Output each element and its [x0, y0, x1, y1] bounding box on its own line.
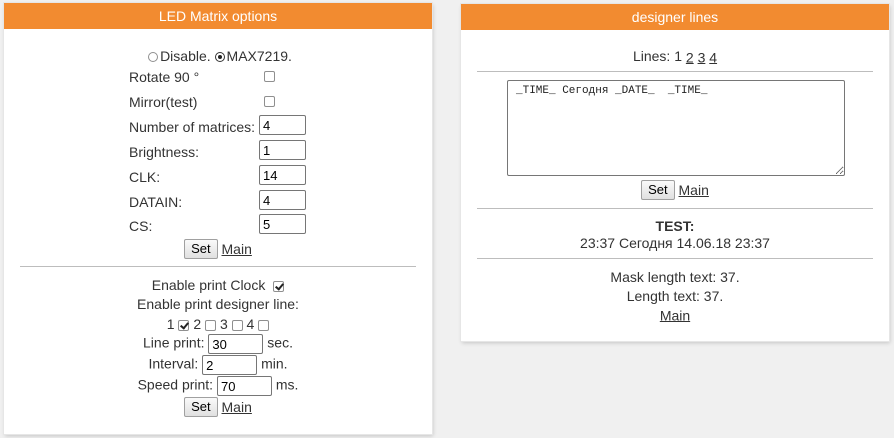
mirror-checkbox[interactable]	[264, 96, 275, 107]
divider	[477, 208, 873, 209]
led-set-row-2: Set Main	[4, 397, 432, 417]
line-link-3[interactable]: 3	[698, 49, 706, 65]
line-3-checkbox[interactable]	[231, 319, 243, 331]
matrices-label: Number of matrices:	[129, 119, 256, 135]
panel-title: designer lines	[461, 4, 889, 30]
clk-label: CLK:	[129, 169, 161, 185]
clock-label: Enable print Clock	[151, 277, 266, 293]
designer-set-row: Set Main	[461, 180, 889, 200]
max7219-radio[interactable]	[214, 52, 225, 63]
line-2-label: 2	[193, 316, 202, 332]
clock-checkbox[interactable]	[273, 280, 285, 292]
main-link-2[interactable]: Main	[660, 307, 690, 323]
main-link[interactable]: Main	[222, 241, 252, 257]
cs-input[interactable]	[259, 214, 306, 234]
rotate-checkbox[interactable]	[264, 71, 275, 82]
disable-label: Disable.	[160, 48, 211, 64]
line-print-unit: sec.	[267, 334, 293, 351]
clock-row: Enable print Clock	[4, 277, 432, 293]
max7219-label: MAX7219.	[226, 48, 292, 64]
designer-lines-panel: designer lines Lines: 1 2 3 4 _TIME_ Сег…	[461, 4, 889, 341]
led-matrix-panel: LED Matrix options Disable. MAX7219. Rot…	[4, 3, 432, 434]
main-link-2[interactable]: Main	[222, 399, 252, 415]
line-link-1[interactable]: 1	[674, 48, 682, 64]
designer-lines-row: 1 2 3 4	[4, 316, 432, 332]
speed-unit: ms.	[275, 376, 299, 393]
rotate-label: Rotate 90 °	[129, 69, 200, 85]
line-2-checkbox[interactable]	[205, 319, 217, 331]
divider	[477, 71, 873, 72]
speed-input[interactable]	[216, 376, 272, 396]
divider	[20, 266, 416, 267]
panel-title: LED Matrix options	[4, 3, 432, 29]
set-button[interactable]: Set	[641, 180, 675, 200]
designer-label: Enable print designer line:	[137, 296, 299, 312]
clk-input[interactable]	[259, 165, 306, 185]
line-1-label: 1	[166, 316, 175, 332]
interval-row: Interval: min.	[4, 355, 432, 375]
mirror-label: Mirror(test)	[129, 94, 198, 110]
interval-label: Interval:	[148, 355, 199, 372]
line-print-label: Line print:	[143, 334, 205, 351]
cs-label: CS:	[129, 218, 153, 234]
mask-length-text: Mask length text: 37.	[610, 269, 740, 285]
length-text: Length text: 37.	[626, 288, 724, 304]
main-link[interactable]: Main	[679, 182, 709, 198]
line-4-checkbox[interactable]	[258, 319, 270, 331]
matrices-input[interactable]	[259, 115, 306, 135]
disable-radio[interactable]	[148, 52, 159, 63]
set-button[interactable]: Set	[184, 239, 218, 259]
line-1-checkbox[interactable]	[178, 319, 190, 331]
line-3-label: 3	[219, 316, 228, 332]
lines-label: Lines:	[632, 48, 671, 64]
line-print-row: Line print: sec.	[4, 334, 432, 354]
datain-label: DATAIN:	[129, 194, 183, 210]
brightness-label: Brightness:	[129, 144, 200, 160]
interval-unit: min.	[261, 355, 288, 372]
led-set-row: Set Main	[4, 239, 432, 259]
test-label: TEST:	[655, 218, 695, 234]
test-value: 23:37 Сегодня 14.06.18 23:37	[580, 235, 770, 251]
speed-label: Speed print:	[137, 376, 214, 393]
speed-row: Speed print: ms.	[4, 376, 432, 396]
brightness-input[interactable]	[259, 140, 306, 160]
divider	[477, 258, 873, 259]
line-print-input[interactable]	[208, 334, 264, 354]
mode-radio-group: Disable. MAX7219.	[4, 48, 432, 64]
line-link-2[interactable]: 2	[686, 49, 694, 65]
datain-input[interactable]	[259, 190, 306, 210]
line-4-label: 4	[246, 316, 255, 332]
lines-nav: Lines: 1 2 3 4	[461, 48, 889, 65]
main-link-row: Main	[461, 306, 889, 323]
interval-input[interactable]	[202, 355, 258, 375]
set-button-2[interactable]: Set	[184, 397, 218, 417]
designer-line-textarea[interactable]: _TIME_ Сегодня _DATE_ _TIME_	[507, 80, 845, 176]
line-link-4[interactable]: 4	[709, 49, 717, 65]
